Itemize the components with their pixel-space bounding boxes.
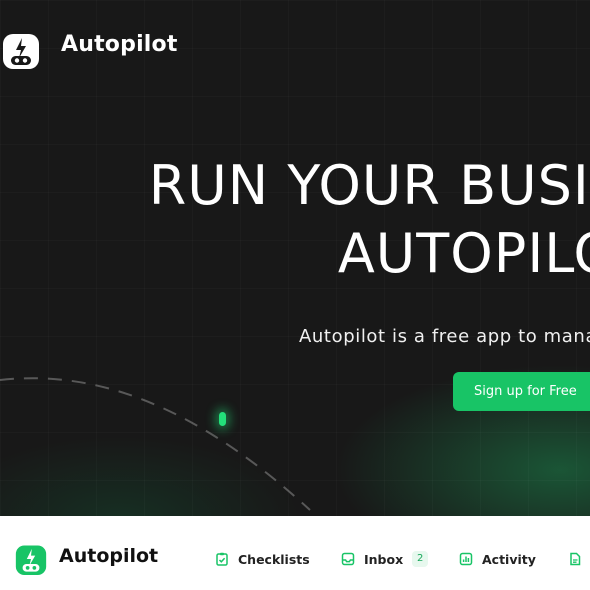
robot-bolt-icon[interactable] <box>2 30 40 70</box>
inbox-icon <box>341 552 355 566</box>
headline-line-1: RUN YOUR BUSINESS ON <box>148 154 590 217</box>
navbar-brand-name[interactable]: Autopilot <box>59 545 158 567</box>
headline-line-2: AUTOPILOT <box>337 222 590 285</box>
sign-up-button[interactable]: Sign up for Free <box>453 372 590 411</box>
nav-item-documents[interactable] <box>568 549 590 569</box>
nav-item-label: Inbox <box>364 551 404 567</box>
nav-item-checklists[interactable]: Checklists <box>215 549 310 569</box>
hero-headline: RUN YOUR BUSINESS ON AUTOPILOT <box>149 152 590 288</box>
robot-bolt-icon[interactable] <box>15 542 47 576</box>
sign-up-button-label: Sign up for Free <box>474 384 577 399</box>
hero-section: Autopilot RUN YOUR BUSINESS ON AUTOPILOT… <box>0 0 590 516</box>
bar-chart-icon <box>459 552 473 566</box>
nav-item-inbox[interactable]: Inbox 2 <box>341 549 429 569</box>
nav-item-label: Checklists <box>238 551 310 567</box>
document-icon <box>570 552 581 566</box>
nav-item-label: Activity <box>482 551 536 567</box>
clipboard-check-icon <box>216 552 228 566</box>
brand-name[interactable]: Autopilot <box>61 32 178 57</box>
dashed-arc-decoration <box>0 377 311 511</box>
glow-dot <box>219 412 226 426</box>
nav-item-activity[interactable]: Activity <box>459 549 536 569</box>
hero-subtitle: Autopilot is a free app to manage your b… <box>299 326 590 347</box>
inbox-count-badge: 2 <box>412 551 429 567</box>
